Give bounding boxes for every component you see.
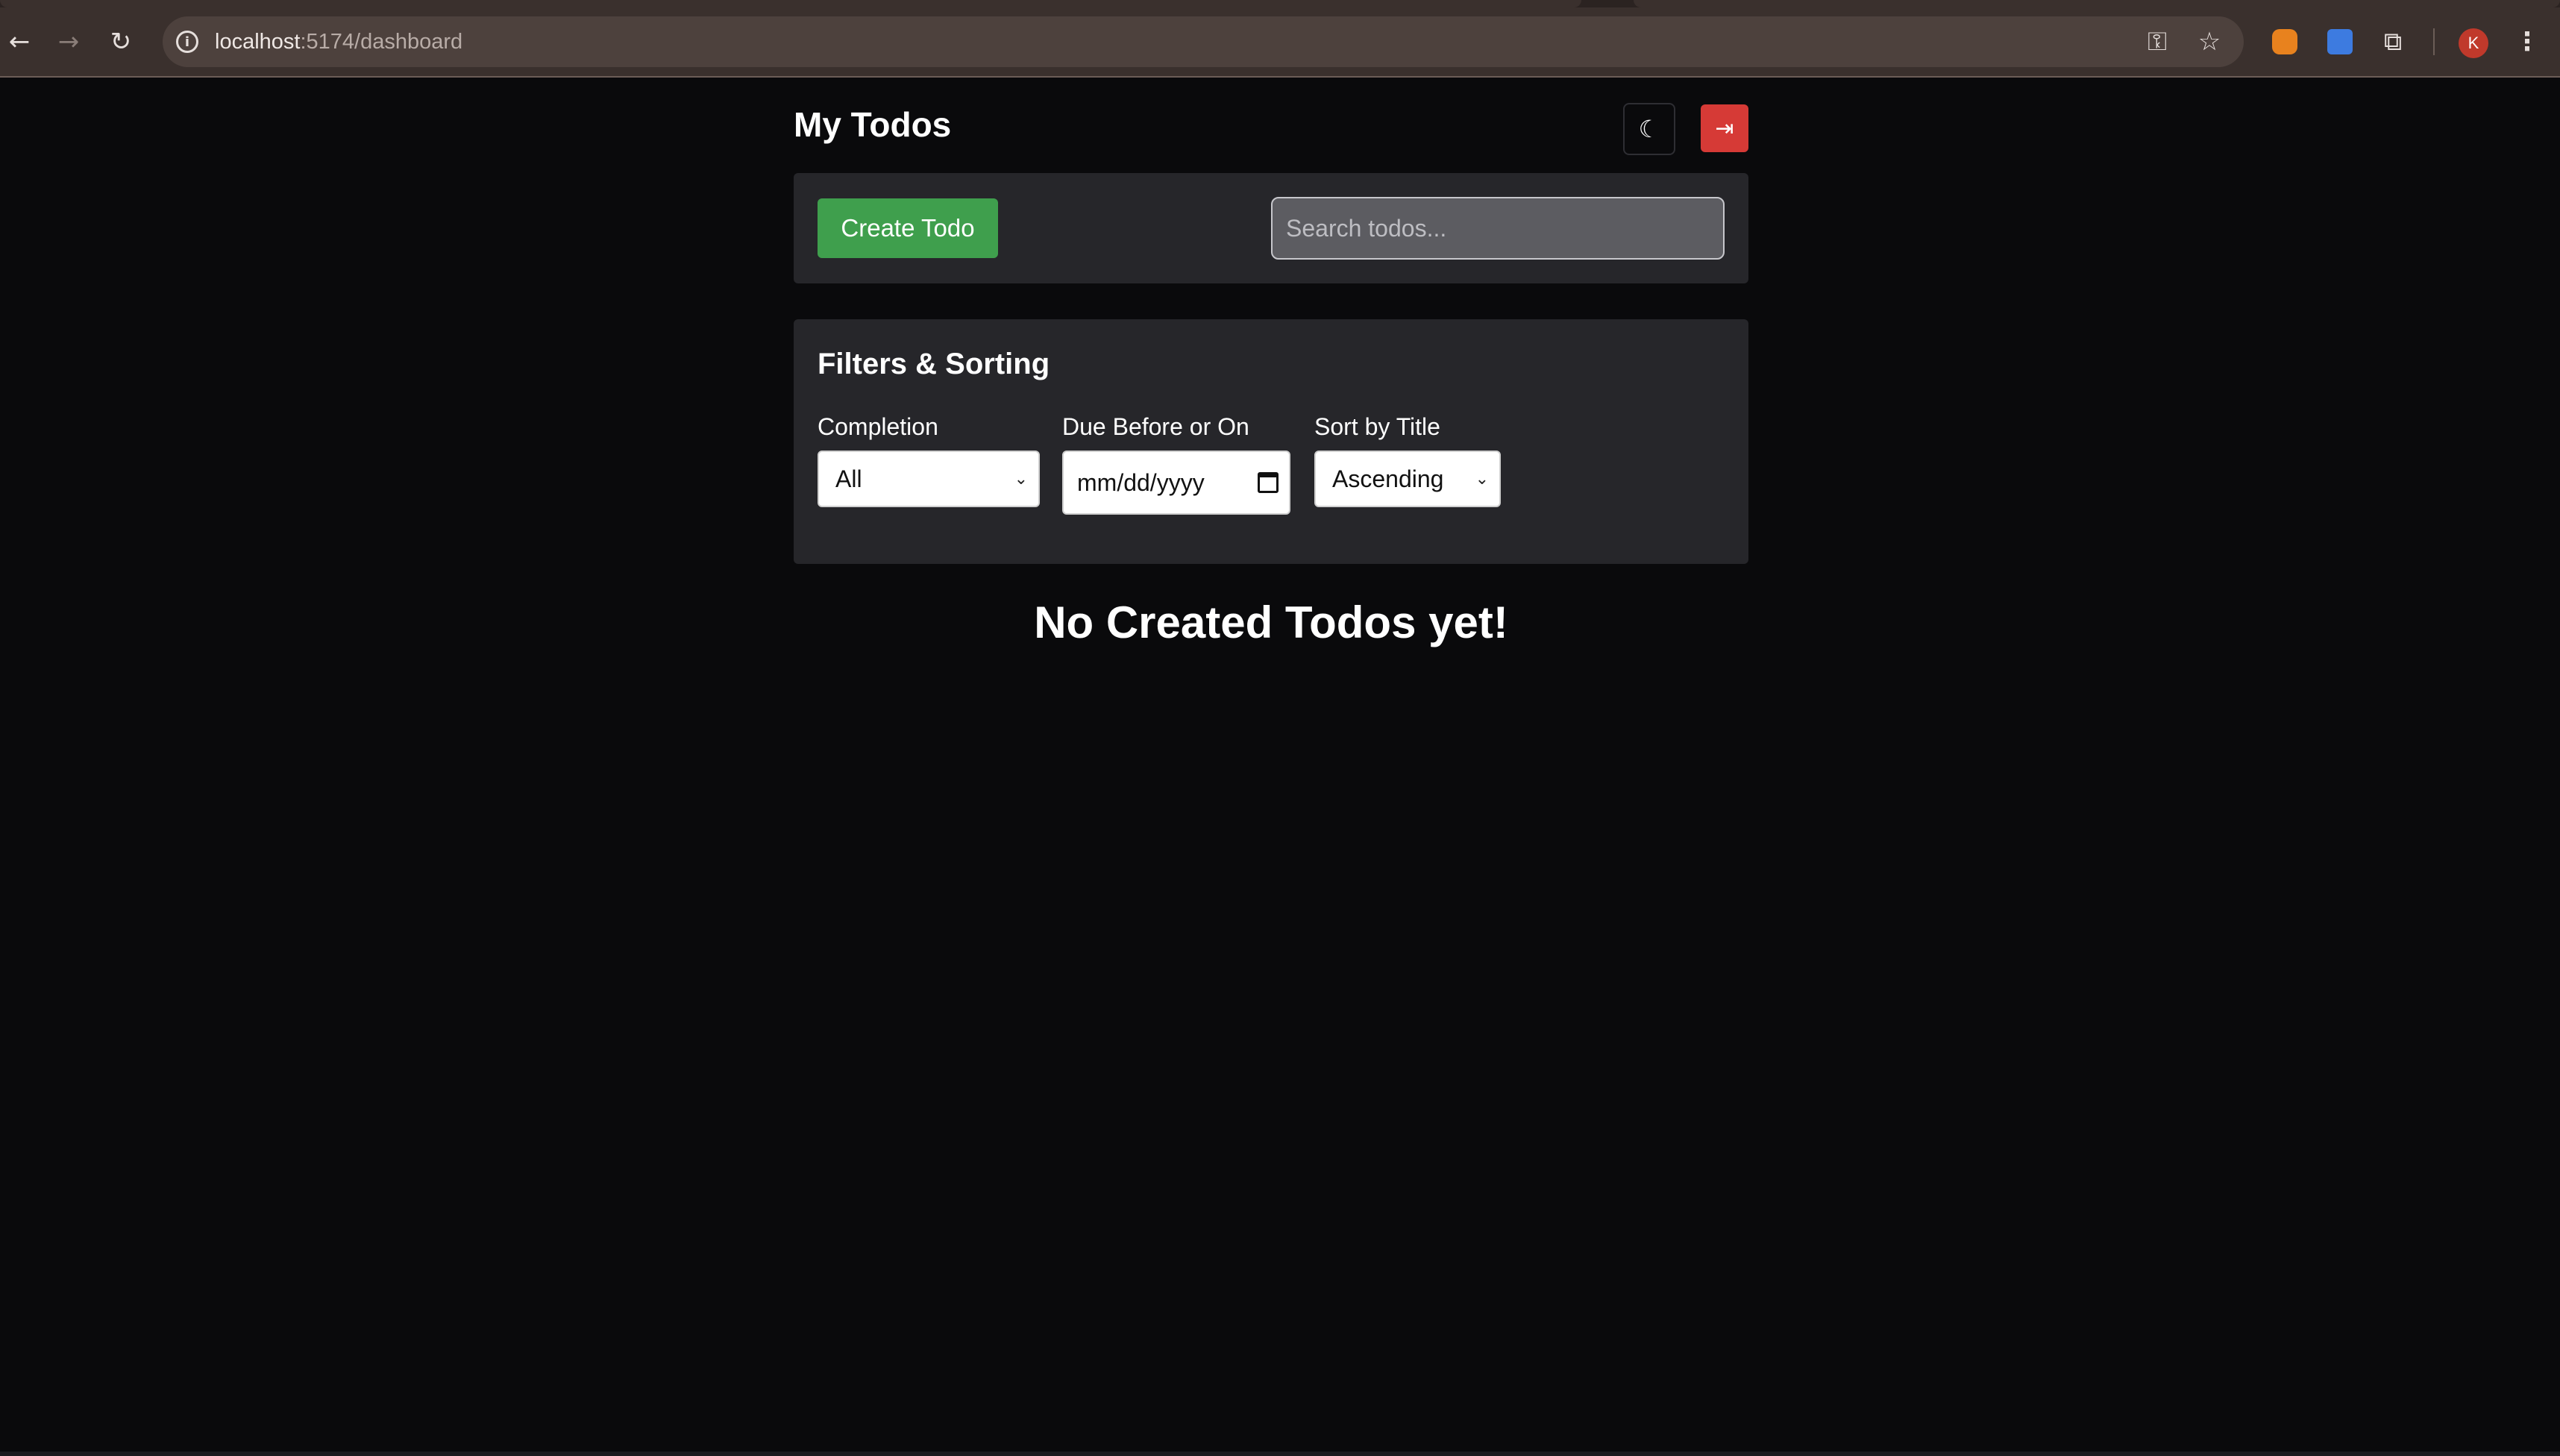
sort-value: Ascending [1332,465,1444,492]
chevron-down-icon: ⌄ [1014,469,1028,489]
blue-extension-icon[interactable] [2327,29,2353,54]
logout-icon: ⇥ [1715,115,1734,142]
due-date-placeholder: mm/dd/yyyy [1077,468,1205,496]
filters-heading: Filters & Sorting [818,348,1050,380]
moon-icon: ☾ [1638,115,1660,143]
create-todo-button[interactable]: Create Todo [818,198,998,258]
due-date-input[interactable]: mm/dd/yyyy [1062,451,1290,515]
sort-label: Sort by Title [1314,413,1440,440]
fox-extension-icon[interactable] [2272,29,2297,54]
profile-avatar[interactable]: K [2459,28,2488,58]
action-bar: Create Todo [794,173,1748,283]
completion-label: Completion [818,413,938,440]
due-date-label: Due Before or On [1062,413,1249,440]
adjacent-tab[interactable] [1634,0,2560,7]
site-info-icon[interactable]: i [176,31,198,53]
active-tab[interactable] [0,0,1581,7]
bookmark-star-icon[interactable]: ☆ [2193,25,2226,58]
forward-icon[interactable]: → [49,22,88,61]
extensions-puzzle-icon[interactable]: ⧉ [2377,25,2409,58]
chevron-down-icon: ⌄ [1475,469,1489,489]
tab-strip [0,0,2560,7]
search-input[interactable] [1271,197,1725,260]
window-bottom-edge [0,1452,2560,1456]
filters-panel: Filters & Sorting Completion All ⌄ Due B… [794,319,1748,564]
theme-toggle-button[interactable]: ☾ [1623,103,1675,155]
browser-toolbar: ← → ↻ i localhost:5174/dashboard ⚿ ☆ ⧉ K… [0,0,2560,78]
sort-select[interactable]: Ascending ⌄ [1314,451,1501,507]
completion-select[interactable]: All ⌄ [818,451,1040,507]
logout-button[interactable]: ⇥ [1701,104,1748,152]
empty-state-message: No Created Todos yet! [1034,597,1508,647]
back-icon[interactable]: ← [0,22,39,61]
page-title: My Todos [794,105,952,144]
browser-menu-icon[interactable]: ⋮ [2512,25,2542,58]
completion-value: All [835,465,862,492]
calendar-icon[interactable] [1258,472,1279,493]
toolbar-divider [2433,28,2435,55]
address-url[interactable]: localhost:5174/dashboard [215,30,462,54]
password-key-icon[interactable]: ⚿ [2141,25,2174,58]
reload-icon[interactable]: ↻ [101,22,140,61]
address-bar[interactable]: i localhost:5174/dashboard ⚿ ☆ [163,16,2244,67]
